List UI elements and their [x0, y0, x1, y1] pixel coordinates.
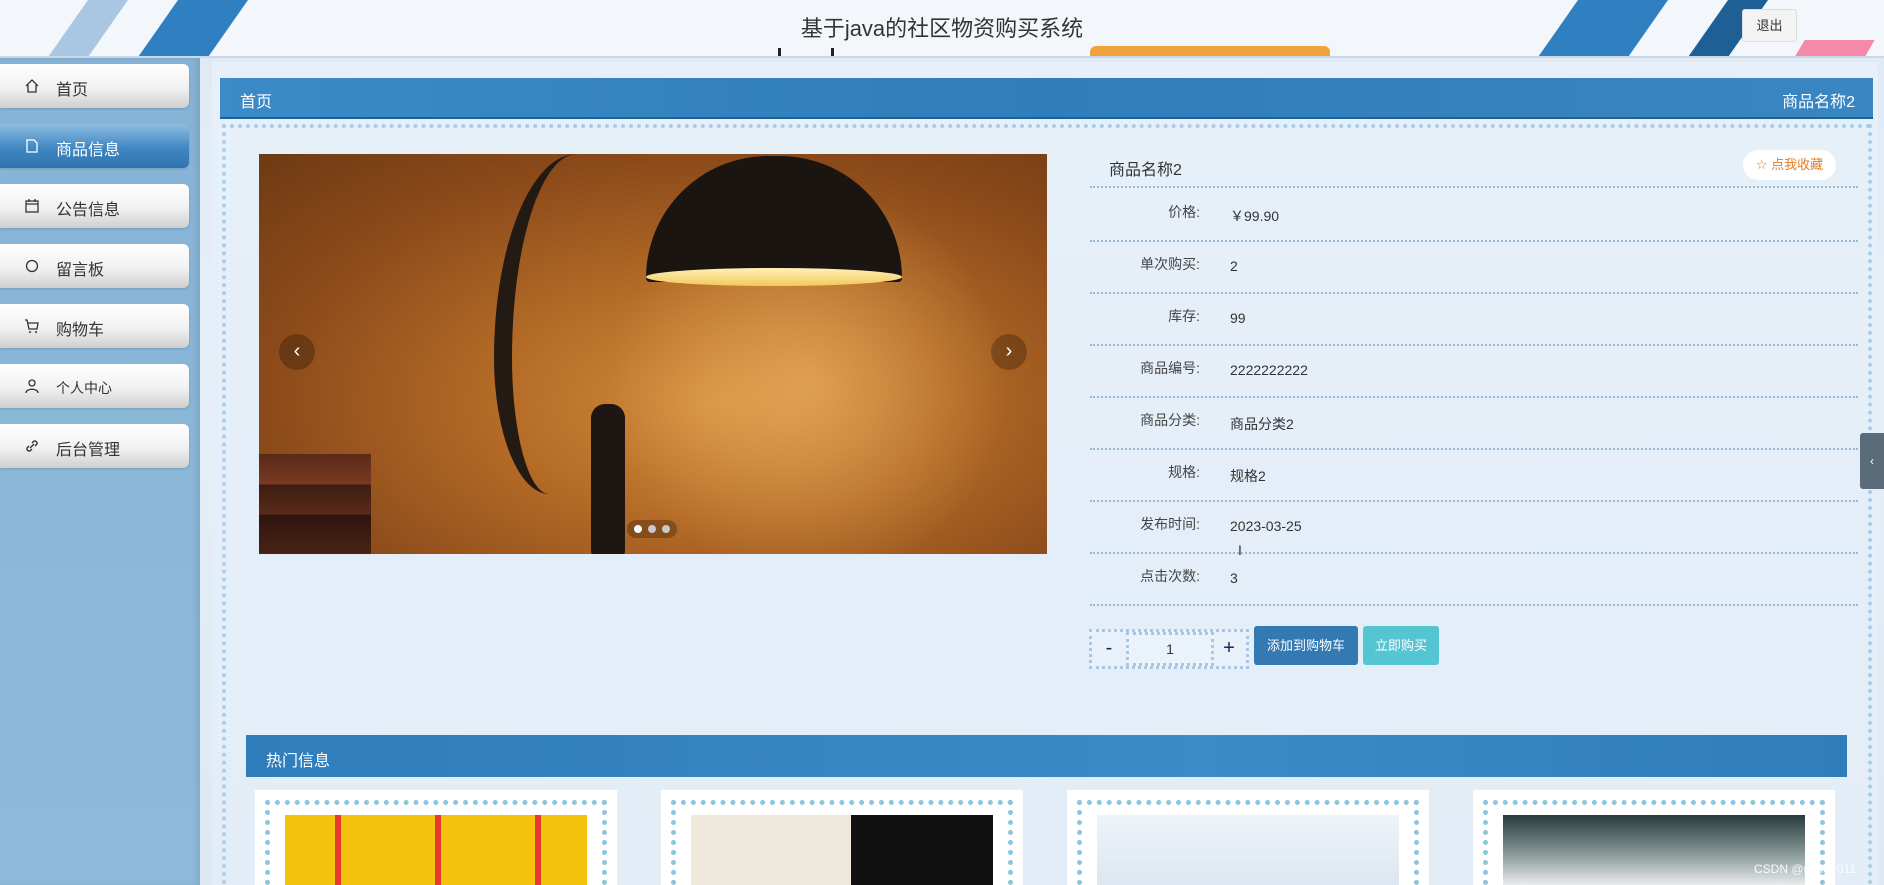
home-icon	[24, 78, 40, 94]
sidebar-item-label: 后台管理	[56, 442, 121, 459]
hot-item-card[interactable]	[661, 790, 1023, 885]
logout-button[interactable]: 退出	[1742, 9, 1797, 42]
spec-value: 99	[1230, 310, 1246, 326]
calendar-icon	[24, 198, 40, 214]
favorite-button[interactable]: ☆ 点我收藏	[1743, 150, 1836, 180]
document-icon	[24, 138, 40, 154]
site-title: 基于java的社区物资购买系统	[800, 16, 1084, 41]
sidebar-item-label: 公告信息	[56, 202, 121, 219]
top-header: 基于java的社区物资购买系统 退出	[0, 0, 1884, 56]
spec-label: 商品编号:	[1140, 360, 1200, 376]
spec-value: 商品分类2	[1230, 416, 1294, 432]
carousel-prev-button[interactable]: ‹	[279, 334, 315, 370]
quantity-input[interactable]: 1	[1126, 632, 1214, 666]
user-icon	[24, 378, 40, 394]
carousel-image	[259, 454, 371, 554]
sidebar-item-message-board[interactable]: 留言板	[0, 244, 189, 288]
spec-value: 2222222222	[1230, 362, 1308, 378]
hot-section-title: 热门信息	[266, 753, 331, 770]
breadcrumb-home-link[interactable]: 首页	[240, 88, 272, 112]
spec-value: 规格2	[1230, 468, 1266, 484]
collapse-tab-button[interactable]: ‹	[1860, 433, 1884, 489]
carousel-dot[interactable]	[634, 525, 642, 533]
cart-icon	[24, 318, 40, 334]
product-image-carousel[interactable]: ‹ ›	[259, 154, 1047, 554]
spec-row-publish-time: 发布时间: 2023-03-25	[1090, 500, 1858, 554]
drink-image[interactable]	[285, 815, 587, 885]
carousel-dot[interactable]	[648, 525, 656, 533]
carousel-image	[646, 156, 902, 282]
hot-item-card[interactable]	[1067, 790, 1429, 885]
sidebar-item-cart[interactable]: 购物车	[0, 304, 189, 348]
sidebar-item-label: 首页	[56, 82, 89, 99]
watermark: CSDN @maker011	[1754, 862, 1856, 876]
spec-row-stock: 库存: 99	[1090, 292, 1858, 346]
sidebar-item-announcements[interactable]: 公告信息	[0, 184, 189, 228]
header-divider	[0, 56, 1884, 58]
carousel-indicators	[627, 520, 677, 538]
spec-label: 库存:	[1168, 308, 1200, 324]
spec-row-product-code: 商品编号: 2222222222	[1090, 344, 1858, 398]
device-image[interactable]	[1097, 815, 1399, 885]
spec-row-price: 价格: ￥99.90	[1090, 188, 1858, 242]
product-title: 商品名称2	[1109, 162, 1182, 179]
breadcrumb-current: 商品名称2	[1782, 94, 1855, 111]
spec-value: ￥99.90	[1230, 208, 1280, 224]
hot-section-header: 热门信息	[246, 735, 1847, 777]
spec-value: 2023-03-25	[1230, 518, 1302, 534]
carousel-next-button[interactable]: ›	[991, 334, 1027, 370]
spec-label: 点击次数:	[1140, 568, 1200, 584]
spec-row-click-count: 点击次数: 3	[1090, 552, 1858, 606]
breadcrumb: 首页 商品名称2	[220, 78, 1873, 119]
sidebar-item-label: 留言板	[56, 262, 105, 279]
spec-label: 单次购买:	[1140, 256, 1200, 272]
header-decoration	[778, 48, 834, 56]
add-to-cart-button[interactable]: 添加到购物车	[1254, 626, 1358, 665]
quantity-decrement-button[interactable]: -	[1094, 634, 1124, 664]
spec-label: 发布时间:	[1140, 516, 1200, 532]
spec-label: 价格:	[1168, 204, 1200, 220]
sidebar-item-home[interactable]: 首页	[0, 64, 189, 108]
spec-row-per-purchase: 单次购买: 2	[1090, 240, 1858, 294]
carousel-image	[591, 404, 625, 554]
text-cursor-icon: Ι	[1238, 542, 1242, 558]
sidebar-item-label: 个人中心	[56, 380, 112, 396]
buy-now-button[interactable]: 立即购买	[1363, 626, 1439, 665]
quantity-increment-button[interactable]: +	[1214, 634, 1244, 664]
sidebar-item-admin[interactable]: 后台管理	[0, 424, 189, 468]
carousel-image	[646, 268, 902, 286]
sidebar-item-products[interactable]: 商品信息	[0, 124, 189, 168]
link-icon	[24, 438, 40, 454]
spec-row-spec: 规格: 规格2	[1090, 448, 1858, 502]
hot-item-card[interactable]	[255, 790, 617, 885]
sidebar-item-profile[interactable]: 个人中心	[0, 364, 189, 408]
circle-icon	[24, 258, 40, 274]
spec-value: 3	[1230, 570, 1238, 586]
header-decoration	[1090, 46, 1330, 56]
spec-label: 规格:	[1168, 464, 1200, 480]
spec-label: 商品分类:	[1140, 412, 1200, 428]
carousel-dot[interactable]	[662, 525, 670, 533]
sidebar-item-label: 购物车	[56, 322, 105, 339]
sidebar: 首页 商品信息 公告信息 留言板 购物车 个人中心 后台管理	[0, 58, 200, 885]
sidebar-item-label: 商品信息	[56, 142, 121, 159]
spec-value: 2	[1230, 258, 1238, 274]
book-image[interactable]	[691, 815, 993, 885]
spec-row-category: 商品分类: 商品分类2	[1090, 396, 1858, 450]
